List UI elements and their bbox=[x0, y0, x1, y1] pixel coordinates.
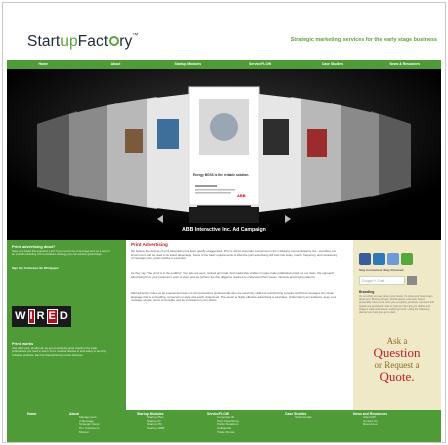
footer-col: News and Resources Client PR Contact Us … bbox=[353, 412, 387, 427]
logo-text-up: up bbox=[60, 33, 78, 50]
abb-logo: ABB bbox=[237, 193, 246, 198]
hero-carousel[interactable]: Energy BOSS is the reliable solution. AB… bbox=[7, 69, 441, 240]
main-article: Print Advertising We believe the demise … bbox=[131, 240, 347, 410]
trademark-mark: ™ bbox=[132, 33, 139, 39]
carousel-panel-image bbox=[125, 129, 143, 153]
wired-letter: I bbox=[27, 309, 35, 324]
stay-connected-text: Stay Connected. Stay Informed. bbox=[359, 268, 405, 272]
site-footer: Home About Management A Message Strategi… bbox=[7, 410, 441, 442]
footer-sublink[interactable]: Mission bbox=[79, 430, 99, 435]
carousel-panel-image bbox=[307, 129, 327, 157]
social-icons bbox=[359, 253, 413, 265]
footer-col: About Management A Message Strategic Pan… bbox=[69, 412, 99, 435]
search-button[interactable] bbox=[407, 276, 417, 285]
main-nav: Home About Startup Modules ServiceFLOW C… bbox=[7, 60, 441, 69]
logo-text-ry: ry bbox=[119, 33, 133, 50]
footer-sublink[interactable]: Resources bbox=[363, 423, 387, 427]
hero-caption: ABB Interactive Inc. Ad Campaign bbox=[182, 227, 266, 233]
wired-letter: E bbox=[46, 309, 58, 324]
nav-home[interactable]: Home bbox=[7, 60, 79, 69]
print-dead-text: Have you heard this argument a lot? If y… bbox=[12, 250, 110, 257]
linkedin-icon[interactable] bbox=[373, 253, 385, 265]
print-works-text: Year after year, all after all, we get c… bbox=[12, 347, 106, 357]
ask-question-cta[interactable]: Ask a Question or Request a Quote. bbox=[353, 335, 441, 383]
branding-text: It's not what you say about your brand, … bbox=[359, 295, 435, 315]
content-area: Print advertising dead? Have you heard t… bbox=[7, 240, 441, 410]
footer-col: ServiceFLOW Corporate ID Print Advertisi… bbox=[207, 412, 239, 435]
tagline: Strategic marketing services for the ear… bbox=[290, 37, 437, 43]
featured-ad-headline: Energy BOSS is the reliable solution. bbox=[193, 173, 250, 177]
carousel-graphic bbox=[7, 69, 441, 240]
footer-link[interactable]: Home bbox=[27, 412, 36, 416]
carousel-panel-image bbox=[157, 119, 179, 149]
gear-icon bbox=[108, 36, 119, 46]
right-sidebar: Stay Connected. Stay Informed. Google™ C… bbox=[353, 240, 441, 410]
left-sidebar: Print advertising dead? Have you heard t… bbox=[7, 240, 126, 410]
rss-icon[interactable] bbox=[401, 253, 413, 265]
article-paragraph: We believe the demise of print advertisi… bbox=[131, 249, 338, 261]
whitepaper-link[interactable]: Sign Up To Receive the Whitepaper bbox=[12, 266, 59, 270]
wired-letter: R bbox=[36, 310, 45, 322]
nav-about[interactable]: About bbox=[79, 60, 151, 69]
footer-col: Case Studies Testimonials bbox=[285, 412, 312, 420]
nav-case-studies[interactable]: Case Studies bbox=[296, 60, 368, 69]
article-title: Print Advertising bbox=[131, 242, 168, 247]
article-paragraph: As they say, "the proof is in the puddin… bbox=[131, 271, 335, 279]
page-frame: StartupFact ry™ Strategic marketing servi… bbox=[2, 2, 446, 443]
footer-sublink[interactable]: Startup WEB bbox=[147, 426, 164, 431]
footer-col: Home bbox=[27, 412, 36, 416]
footer-sublink[interactable]: Testimonials bbox=[295, 415, 312, 420]
carousel-panel-image bbox=[263, 119, 289, 155]
search-input[interactable]: Google™ Cust bbox=[359, 276, 405, 285]
branding-title: Branding bbox=[359, 290, 375, 294]
site-header: StartupFact ry™ Strategic marketing servi… bbox=[3, 3, 445, 61]
nav-news-resources[interactable]: News & Resources bbox=[369, 60, 441, 69]
footer-sublink[interactable]: Trade Shows bbox=[217, 430, 239, 435]
wired-letter: W bbox=[15, 310, 26, 322]
wired-logo: W I R E D bbox=[12, 306, 71, 327]
ask-line: Question bbox=[373, 345, 421, 360]
print-works-title: Print works bbox=[12, 341, 34, 346]
nav-serviceflow[interactable]: ServiceFLOW bbox=[224, 60, 296, 69]
facebook-icon[interactable] bbox=[359, 253, 371, 265]
print-dead-title: Print advertising dead? bbox=[12, 244, 56, 249]
logo-text-fact: Fact bbox=[77, 33, 109, 50]
nav-startup-modules[interactable]: Startup Modules bbox=[152, 60, 224, 69]
wired-letter: D bbox=[59, 310, 68, 322]
article-paragraph: StartupFactory relies on an experienced … bbox=[131, 291, 337, 303]
email-icon[interactable] bbox=[387, 253, 399, 265]
footer-col: Startup Modules Startup Plan Startup ID … bbox=[137, 412, 164, 431]
logo-text-start: Start bbox=[27, 33, 61, 50]
ask-line: Quote. bbox=[379, 369, 415, 384]
site-logo[interactable]: StartupFact ry™ bbox=[27, 33, 138, 51]
